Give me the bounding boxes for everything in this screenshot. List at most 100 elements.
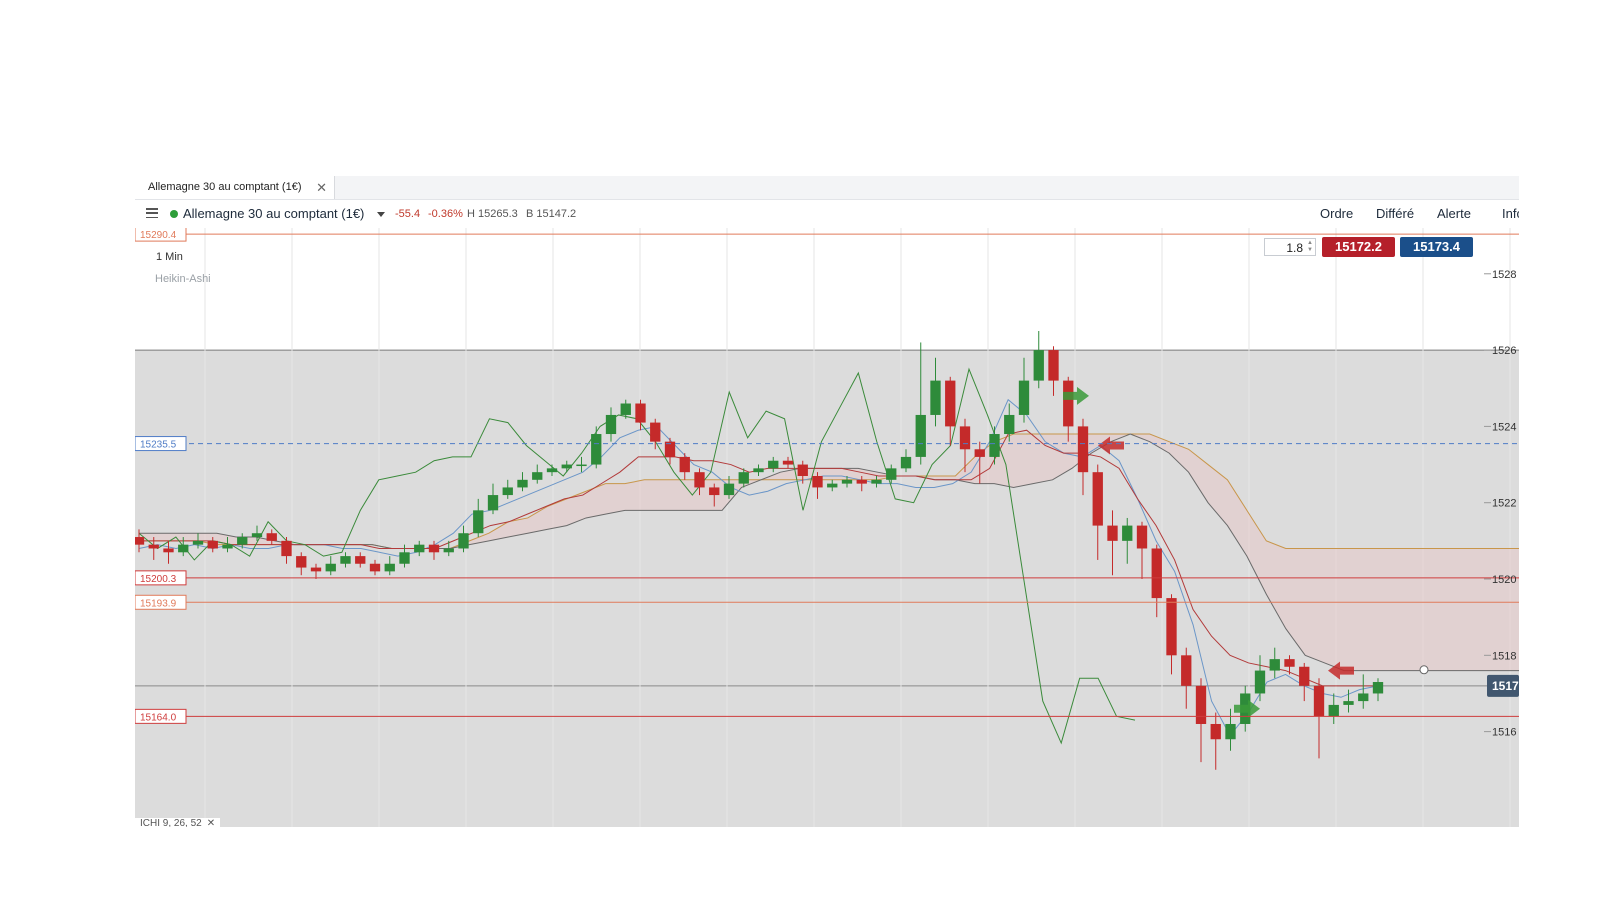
candle xyxy=(178,544,189,553)
price-level-tag-text: 15290.4 xyxy=(140,230,177,241)
candle xyxy=(310,567,322,572)
sell-button[interactable]: 15172.2 xyxy=(1322,237,1395,257)
candle xyxy=(237,537,248,545)
candle xyxy=(458,533,469,549)
candle xyxy=(1269,659,1280,671)
y-axis-label: 1522 xyxy=(1492,498,1516,510)
price-level-tag-text: 15193.9 xyxy=(140,598,177,609)
candle xyxy=(1313,685,1325,717)
alert-button[interactable]: Alerte xyxy=(1437,206,1471,221)
candle xyxy=(930,380,941,415)
chart-canvas[interactable]: 15290.4 15235.5 15200.3 15193.9 15164.0 1528… xyxy=(135,226,1519,827)
candle xyxy=(797,464,808,476)
candle xyxy=(222,544,233,549)
candle xyxy=(163,548,174,553)
candle xyxy=(1195,685,1207,724)
hamburger-menu-icon[interactable] xyxy=(146,208,158,219)
price-level-tag-text: 15200.3 xyxy=(140,574,177,585)
candle xyxy=(1254,670,1266,694)
candle xyxy=(1018,380,1030,415)
y-axis-label: 1524 xyxy=(1492,421,1516,433)
candle xyxy=(738,472,749,484)
trading-app: Allemagne 30 au comptant (1€) ✕ Allemagn… xyxy=(135,176,1519,827)
quantity-stepper-icon[interactable]: ▲ ▼ xyxy=(1307,240,1313,254)
candle xyxy=(1166,598,1177,656)
candle xyxy=(1004,414,1015,435)
price-level-tag-text: 15164.0 xyxy=(140,712,177,723)
candle xyxy=(325,563,336,572)
price-chart[interactable]: 15290.4 15235.5 15200.3 15193.9 15164.0 1528… xyxy=(135,226,1519,827)
instrument-name[interactable]: Allemagne 30 au comptant (1€) xyxy=(183,206,364,221)
candle xyxy=(340,556,351,564)
candle xyxy=(605,414,617,435)
candle xyxy=(251,533,263,538)
candle xyxy=(768,460,779,469)
candle xyxy=(296,556,307,568)
candle xyxy=(1077,426,1089,473)
instrument-dropdown-icon[interactable] xyxy=(377,212,385,217)
candle-type-label: Heikin-Ashi xyxy=(155,273,211,285)
candle xyxy=(1284,659,1295,667)
candle xyxy=(591,434,602,465)
close-icon[interactable]: ✕ xyxy=(316,176,327,199)
tab-bar: Allemagne 30 au comptant (1€) ✕ xyxy=(135,176,1519,200)
candle xyxy=(871,479,882,484)
indicator-tag[interactable]: ICHI 9, 26, 52 ✕ xyxy=(135,818,221,827)
candle xyxy=(428,544,440,553)
y-axis-label: 1528 xyxy=(1492,269,1516,281)
candle xyxy=(532,472,543,480)
candle xyxy=(650,422,661,442)
candle xyxy=(974,449,985,457)
candle xyxy=(443,548,454,553)
candle xyxy=(355,556,366,564)
candle xyxy=(915,414,926,457)
candle xyxy=(281,540,292,557)
info-button[interactable]: Info xyxy=(1502,206,1519,221)
candle xyxy=(945,380,956,427)
candle xyxy=(192,540,204,545)
y-axis-label: 1520 xyxy=(1492,574,1516,586)
candle xyxy=(753,468,764,473)
candle xyxy=(959,426,971,450)
session-low: B 15147.2 xyxy=(526,208,577,220)
candle xyxy=(148,544,159,549)
candle xyxy=(900,456,912,469)
candle xyxy=(369,563,381,572)
candle xyxy=(827,483,838,488)
candle xyxy=(576,464,587,467)
candle xyxy=(207,540,218,549)
interval-label[interactable]: 1 Min xyxy=(156,251,183,263)
candle xyxy=(679,456,690,473)
candle xyxy=(546,468,558,473)
candle xyxy=(782,460,794,465)
tab-instrument[interactable]: Allemagne 30 au comptant (1€) ✕ xyxy=(135,176,335,199)
candle xyxy=(135,537,145,545)
candle xyxy=(266,533,277,541)
candle xyxy=(517,479,528,488)
candle xyxy=(1107,525,1118,541)
instrument-header: Allemagne 30 au comptant (1€) -55.4 -0.3… xyxy=(135,200,1519,228)
tab-label: Allemagne 30 au comptant (1€) xyxy=(148,181,302,193)
y-axis-label: 1518 xyxy=(1492,650,1516,662)
deferred-order-button[interactable]: Différé xyxy=(1376,206,1414,221)
candle xyxy=(1372,682,1384,694)
y-axis-label: 1526 xyxy=(1492,345,1516,357)
candle xyxy=(1328,704,1339,717)
close-icon[interactable]: ✕ xyxy=(207,818,215,827)
candle xyxy=(841,479,853,484)
quantity-input[interactable]: 1.8 ▲ ▼ xyxy=(1264,238,1316,256)
candle xyxy=(561,464,572,469)
candle xyxy=(812,475,823,488)
cursor-marker-icon xyxy=(1419,665,1429,675)
candle xyxy=(1136,525,1148,549)
candle xyxy=(1063,380,1074,427)
buy-button[interactable]: 15173.4 xyxy=(1400,237,1473,257)
order-button[interactable]: Ordre xyxy=(1320,206,1353,221)
candle xyxy=(473,510,484,534)
candle xyxy=(635,403,646,423)
candle xyxy=(1181,655,1192,686)
session-high: H 15265.3 xyxy=(467,208,518,220)
candle xyxy=(414,544,425,553)
candle xyxy=(1343,701,1354,705)
candle xyxy=(384,563,395,572)
